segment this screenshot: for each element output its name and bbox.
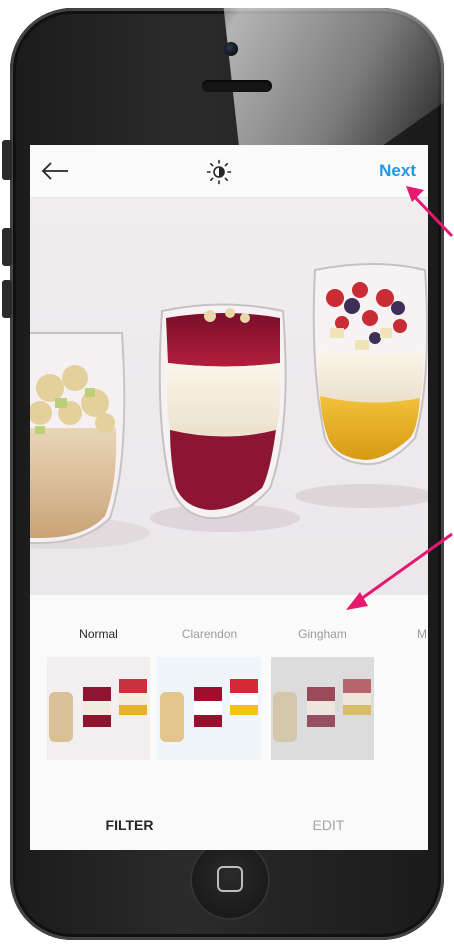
- top-bar: Next: [30, 145, 428, 198]
- home-button[interactable]: [190, 840, 270, 920]
- tab-edit[interactable]: EDIT: [229, 817, 428, 833]
- filter-strip: Normal Clarendon Gingham M: [30, 625, 428, 765]
- filter-partial[interactable]: M: [382, 625, 428, 643]
- annotation-arrow-next: [406, 186, 454, 238]
- filter-normal-thumbnail: [47, 657, 150, 760]
- bottom-tab-bar: FILTER EDIT: [30, 805, 428, 850]
- mute-switch: [2, 140, 12, 180]
- back-arrow-icon[interactable]: [40, 159, 70, 183]
- next-button[interactable]: Next: [379, 161, 416, 181]
- filter-gingham-label: Gingham: [298, 627, 347, 641]
- brightness-icon[interactable]: [206, 159, 232, 185]
- annotation-arrow-filters: [346, 532, 453, 610]
- home-square-icon: [217, 866, 243, 892]
- volume-down-button: [2, 280, 12, 318]
- filter-clarendon-thumbnail: [158, 657, 261, 760]
- front-camera: [224, 42, 238, 56]
- screen: Next Normal Clarendon Gingham M FILTER E…: [30, 145, 428, 850]
- volume-up-button: [2, 228, 12, 266]
- stage: { "header": { "next_label": "Next" }, "f…: [0, 0, 454, 945]
- filter-gingham[interactable]: Gingham: [271, 625, 374, 760]
- filter-clarendon-label: Clarendon: [181, 627, 238, 641]
- speaker-grille: [202, 80, 272, 92]
- filter-gingham-thumbnail: [271, 657, 374, 760]
- filter-normal-label: Normal: [79, 627, 118, 641]
- tab-filter[interactable]: FILTER: [30, 817, 229, 833]
- filter-clarendon[interactable]: Clarendon: [158, 625, 261, 760]
- filter-partial-label: M: [417, 627, 427, 641]
- filter-normal[interactable]: Normal: [47, 625, 150, 760]
